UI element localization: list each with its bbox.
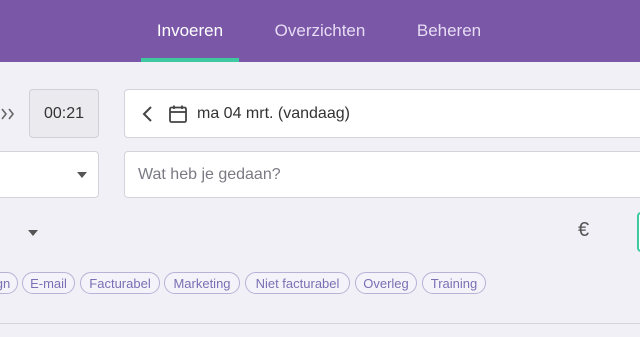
tag-item[interactable]: Facturabel — [80, 272, 160, 294]
tag-item[interactable]: Marketing — [164, 272, 240, 294]
tag-list: gn E-mail Facturabel Marketing Niet fact… — [0, 272, 640, 294]
tab-invoeren-label: Invoeren — [156, 21, 224, 40]
chevron-left-icon[interactable] — [141, 104, 155, 124]
tab-beheren-label: Beheren — [416, 21, 482, 40]
top-nav-bar: Invoeren Overzichten Beheren — [0, 0, 640, 62]
active-tab-indicator — [141, 58, 239, 62]
date-label: ma 04 mrt. (vandaag) — [197, 104, 350, 122]
euro-icon[interactable]: € — [578, 219, 589, 242]
task-select[interactable] — [0, 151, 99, 198]
calendar-icon[interactable] — [168, 104, 188, 124]
chevron-right-icon[interactable] — [0, 104, 18, 124]
tab-beheren[interactable]: Beheren — [404, 0, 494, 62]
caret-down-icon — [77, 172, 87, 178]
project-dropdown-caret-icon[interactable] — [28, 230, 38, 236]
description-field[interactable] — [124, 151, 640, 198]
divider — [0, 323, 640, 324]
tab-invoeren[interactable]: Invoeren — [141, 0, 239, 62]
date-selector[interactable]: ma 04 mrt. (vandaag) — [124, 89, 640, 138]
tab-overzichten-label: Overzichten — [274, 21, 366, 40]
duration-value: 00:21 — [43, 104, 85, 122]
tag-item[interactable]: gn — [0, 272, 18, 294]
tab-overzichten[interactable]: Overzichten — [258, 0, 382, 62]
tag-item[interactable]: Training — [422, 272, 486, 294]
tag-item[interactable]: Niet facturabel — [245, 272, 350, 294]
tag-item[interactable]: E-mail — [22, 272, 75, 294]
duration-field[interactable]: 00:21 — [29, 89, 99, 138]
tag-item[interactable]: Overleg — [355, 272, 417, 294]
description-input[interactable] — [138, 152, 628, 197]
